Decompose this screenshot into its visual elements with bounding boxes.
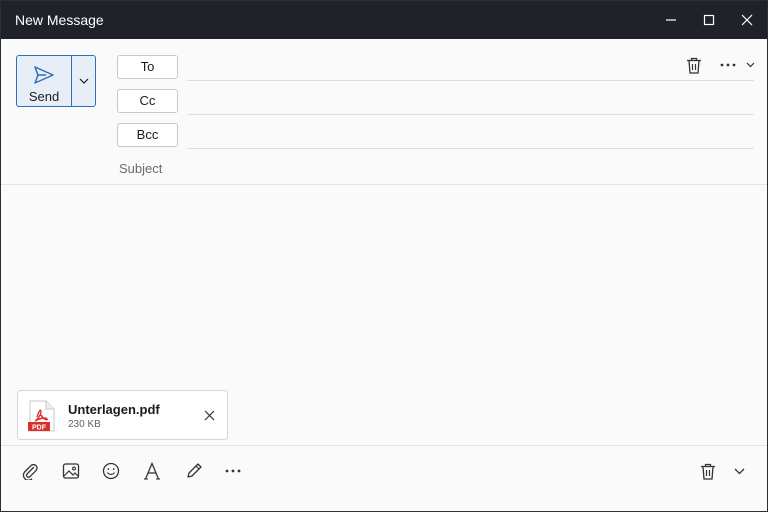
message-body[interactable] [1,185,767,385]
to-field[interactable] [187,80,754,81]
chevron-down-icon [734,468,744,474]
pdf-badge-text: PDF [32,424,47,431]
attachment-file-size: 230 KB [68,419,101,430]
send-split-button: Send [16,55,96,107]
emoji-button[interactable] [99,459,123,483]
close-window-button[interactable] [728,1,766,39]
discard-button[interactable] [684,55,704,75]
attachment-file-name: Unterlagen.pdf [68,402,160,417]
draw-button[interactable] [182,459,206,483]
minimize-button[interactable] [652,1,690,39]
paperclip-icon [22,463,38,480]
chevron-down-icon [746,62,754,68]
chevron-down-icon [79,78,89,84]
more-options-button[interactable] [718,55,738,75]
send-icon [34,66,54,84]
font-icon [144,462,160,480]
maximize-button[interactable] [690,1,728,39]
attach-file-button[interactable] [18,459,42,483]
attachment-card[interactable]: PDF Unterlagen.pdf 230 KB [17,390,228,440]
header-expand-button[interactable] [742,57,758,73]
more-icon [720,63,736,67]
remove-attachment-button[interactable] [200,406,218,424]
maximize-icon [703,14,715,26]
close-icon [204,410,214,420]
cc-field[interactable] [187,114,754,115]
more-tools-button[interactable] [221,459,245,483]
minimize-icon [666,19,676,21]
subject-field[interactable]: Subject [119,161,162,176]
format-text-button[interactable] [140,459,164,483]
to-button[interactable]: To [117,55,178,79]
discard-draft-button[interactable] [696,459,720,483]
trash-icon [701,463,715,480]
footer-expand-button[interactable] [727,459,751,483]
pen-icon [187,463,202,478]
send-options-button[interactable] [72,56,96,106]
send-label: Send [28,89,60,104]
compose-window: New Message Send To Cc Bcc Subject PDF U… [0,0,768,512]
bcc-button[interactable]: Bcc [117,123,178,147]
title-bar: New Message [1,1,767,39]
pdf-file-icon: PDF [28,400,56,437]
send-button[interactable]: Send [17,56,71,106]
close-icon [741,14,753,26]
trash-icon [687,57,701,74]
emoji-icon [102,462,120,480]
more-icon [225,469,241,473]
image-icon [62,463,80,479]
insert-image-button[interactable] [59,459,83,483]
cc-button[interactable]: Cc [117,89,178,113]
window-title: New Message [15,12,104,28]
bcc-field[interactable] [187,148,754,149]
footer-divider [1,445,767,446]
